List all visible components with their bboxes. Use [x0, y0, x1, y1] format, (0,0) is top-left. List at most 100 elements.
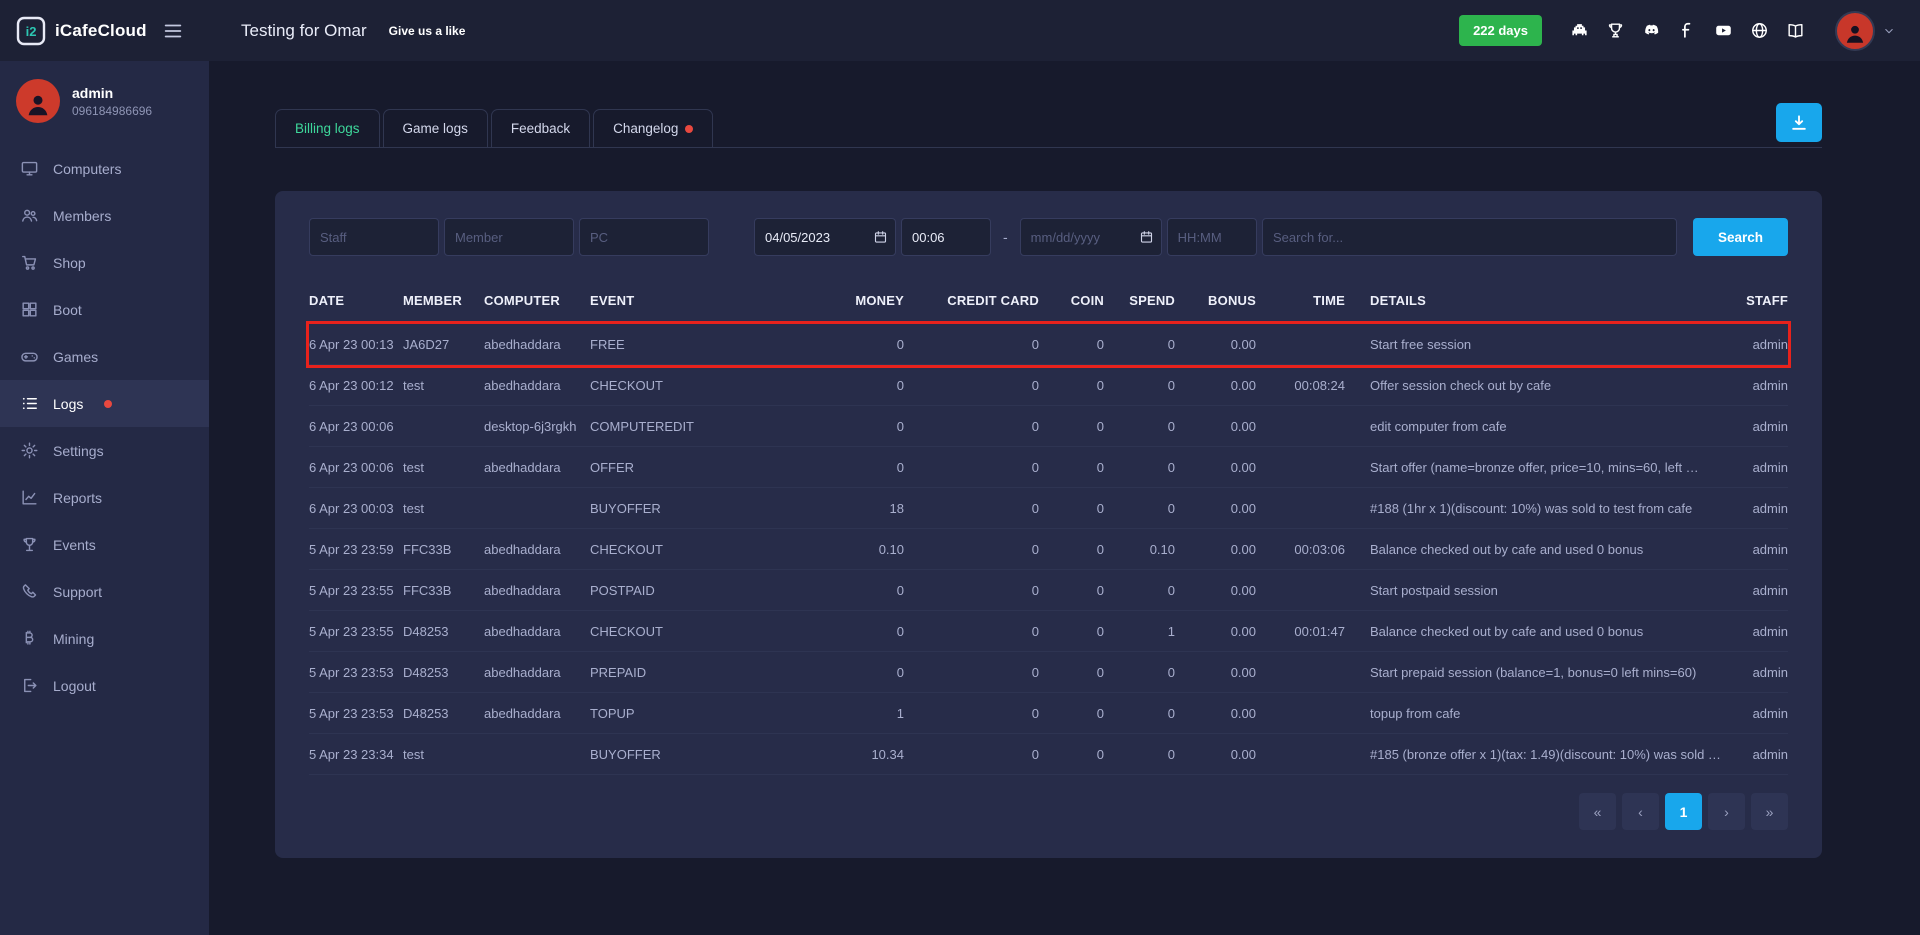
page-button-next[interactable]: › [1708, 793, 1745, 830]
sidebar-item-boot[interactable]: Boot [0, 286, 209, 333]
tab-game-logs[interactable]: Game logs [383, 109, 488, 147]
account-menu[interactable] [1835, 11, 1896, 51]
cell-spend: 1 [1104, 624, 1175, 639]
tab-changelog[interactable]: Changelog [593, 109, 713, 147]
cell-computer: abedhaddara [484, 706, 590, 721]
cell-spend: 0 [1104, 583, 1175, 598]
page-button-first[interactable]: « [1579, 793, 1616, 830]
table-row[interactable]: 5 Apr 23 23:55D48253abedhaddaraCHECKOUT0… [309, 611, 1788, 652]
globe-icon[interactable] [1750, 21, 1769, 40]
table-row[interactable]: 5 Apr 23 23:53D48253abedhaddaraTOPUP1000… [309, 693, 1788, 734]
sidebar-item-members[interactable]: Members [0, 192, 209, 239]
sidebar-item-games[interactable]: Games [0, 333, 209, 380]
brand: i2 iCafeCloud [0, 16, 209, 46]
staff-filter-input[interactable] [309, 218, 439, 256]
tab-label: Feedback [511, 121, 570, 136]
cell-date: 5 Apr 23 23:34 [309, 747, 403, 762]
cell-bonus: 0.00 [1175, 542, 1256, 557]
date-to-input[interactable] [1020, 218, 1162, 256]
page-button-last[interactable]: » [1751, 793, 1788, 830]
sidebar-item-settings[interactable]: Settings [0, 427, 209, 474]
table-row[interactable]: 6 Apr 23 00:13JA6D27abedhaddaraFREE00000… [309, 324, 1788, 365]
table-body: 6 Apr 23 00:13JA6D27abedhaddaraFREE00000… [309, 324, 1788, 775]
cell-member: D48253 [403, 665, 484, 680]
hamburger-menu-button[interactable] [158, 16, 188, 46]
sidebar-item-computers[interactable]: Computers [0, 145, 209, 192]
cell-event: COMPUTEREDIT [590, 419, 784, 434]
download-button[interactable] [1776, 103, 1822, 142]
sidebar-item-reports[interactable]: Reports [0, 474, 209, 521]
cell-money: 0 [784, 583, 904, 598]
cell-event: OFFER [590, 460, 784, 475]
cell-member: D48253 [403, 706, 484, 721]
sidebar-item-logout[interactable]: Logout [0, 662, 209, 709]
table-row[interactable]: 6 Apr 23 00:06testabedhaddaraOFFER00000.… [309, 447, 1788, 488]
column-header-coin: COIN [1039, 293, 1104, 308]
topbar-icons [1570, 21, 1805, 40]
column-header-details: DETAILS [1345, 293, 1728, 308]
cell-credit-card: 0 [904, 460, 1039, 475]
member-filter-input[interactable] [444, 218, 574, 256]
download-icon [1789, 113, 1809, 133]
days-badge[interactable]: 222 days [1459, 15, 1542, 46]
give-us-a-like-link[interactable]: Give us a like [389, 24, 466, 38]
cell-date: 6 Apr 23 00:12 [309, 378, 403, 393]
cell-details: edit computer from cafe [1345, 419, 1728, 434]
cell-credit-card: 0 [904, 583, 1039, 598]
cell-bonus: 0.00 [1175, 583, 1256, 598]
table-row[interactable]: 5 Apr 23 23:34testBUYOFFER10.340000.00#1… [309, 734, 1788, 775]
sidebar-item-events[interactable]: Events [0, 521, 209, 568]
time-from-input[interactable] [901, 218, 991, 256]
tab-billing-logs[interactable]: Billing logs [275, 109, 380, 147]
sidebar-item-mining[interactable]: Mining [0, 615, 209, 662]
table-row[interactable]: 6 Apr 23 00:12testabedhaddaraCHECKOUT000… [309, 365, 1788, 406]
cell-bonus: 0.00 [1175, 378, 1256, 393]
tab-label: Billing logs [295, 121, 360, 136]
cell-money: 0 [784, 665, 904, 680]
sidebar-item-logs[interactable]: Logs [0, 380, 209, 427]
search-input[interactable] [1262, 218, 1677, 256]
cell-staff: admin [1728, 665, 1788, 680]
sidebar-item-shop[interactable]: Shop [0, 239, 209, 286]
cell-event: CHECKOUT [590, 542, 784, 557]
book-icon[interactable] [1786, 21, 1805, 40]
date-from-input[interactable] [754, 218, 896, 256]
sidebar-item-label: Logs [53, 396, 83, 412]
cell-computer: abedhaddara [484, 378, 590, 393]
page-button-page-1[interactable]: 1 [1665, 793, 1702, 830]
games-icon [20, 347, 39, 366]
arcade-icon[interactable] [1570, 21, 1589, 40]
billing-logs-card: - Search DATEMEMBERCOMPUTEREVENTMONEYCRE… [275, 191, 1822, 858]
facebook-icon[interactable] [1678, 21, 1697, 40]
cell-member: JA6D27 [403, 337, 484, 352]
discord-icon[interactable] [1642, 21, 1661, 40]
table-row[interactable]: 5 Apr 23 23:53D48253abedhaddaraPREPAID00… [309, 652, 1788, 693]
cell-member: D48253 [403, 624, 484, 639]
search-button[interactable]: Search [1693, 218, 1788, 256]
sidebar-item-label: Members [53, 208, 111, 224]
trophy-icon[interactable] [1606, 21, 1625, 40]
table-row[interactable]: 5 Apr 23 23:55FFC33BabedhaddaraPOSTPAID0… [309, 570, 1788, 611]
cell-date: 5 Apr 23 23:53 [309, 665, 403, 680]
cell-event: BUYOFFER [590, 501, 784, 516]
pc-filter-input[interactable] [579, 218, 709, 256]
cell-computer: desktop-6j3rgkh [484, 419, 590, 434]
table-row[interactable]: 6 Apr 23 00:06desktop-6j3rgkhCOMPUTEREDI… [309, 406, 1788, 447]
time-to-input[interactable] [1167, 218, 1257, 256]
tab-feedback[interactable]: Feedback [491, 109, 590, 147]
cell-credit-card: 0 [904, 501, 1039, 516]
cell-member: test [403, 501, 484, 516]
cell-spend: 0 [1104, 419, 1175, 434]
cell-staff: admin [1728, 624, 1788, 639]
table-row[interactable]: 6 Apr 23 00:03testBUYOFFER180000.00#188 … [309, 488, 1788, 529]
cell-bonus: 0.00 [1175, 706, 1256, 721]
page-button-prev[interactable]: ‹ [1622, 793, 1659, 830]
cell-money: 0.10 [784, 542, 904, 557]
cell-date: 5 Apr 23 23:55 [309, 624, 403, 639]
column-header-money: MONEY [784, 293, 904, 308]
table-row[interactable]: 5 Apr 23 23:59FFC33BabedhaddaraCHECKOUT0… [309, 529, 1788, 570]
cell-staff: admin [1728, 706, 1788, 721]
user-avatar-icon [1835, 11, 1875, 51]
sidebar-item-support[interactable]: Support [0, 568, 209, 615]
youtube-icon[interactable] [1714, 21, 1733, 40]
